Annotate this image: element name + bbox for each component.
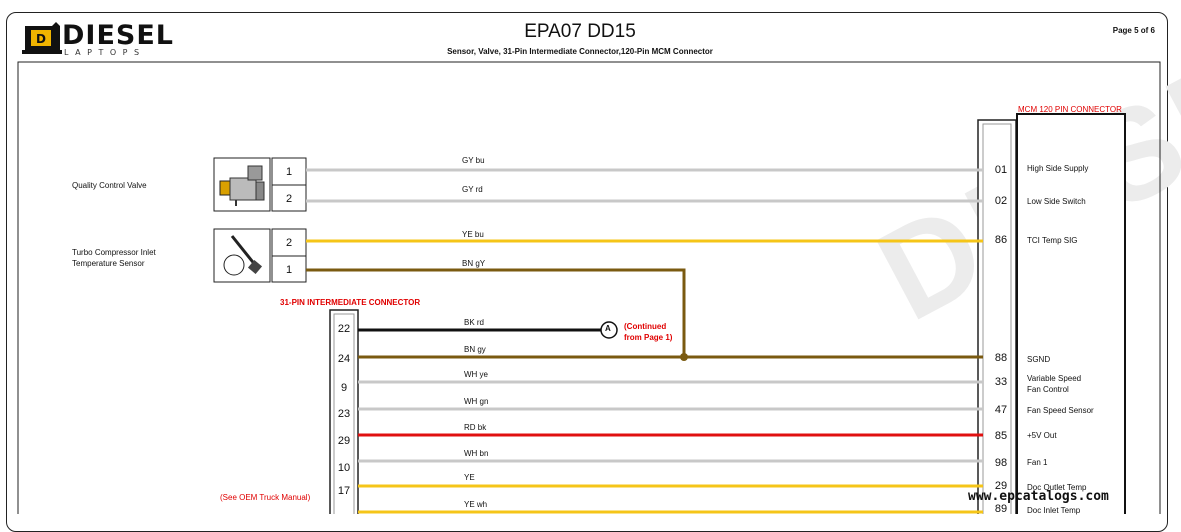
mcm-pin-33: 33 — [994, 376, 1008, 388]
mcm-pin-88: 88 — [994, 352, 1008, 364]
int-pin-24: 24 — [337, 353, 351, 365]
oem-note: (See OEM Truck Manual) — [220, 493, 311, 502]
wire-label-ye: YE — [464, 473, 475, 482]
wire-label-bn-gy-sensor: BN gY — [462, 259, 486, 268]
mcm-label-47: Fan Speed Sensor — [1027, 406, 1094, 415]
mcm-pin-47: 47 — [994, 404, 1008, 416]
mcm-label-98: Fan 1 — [1027, 458, 1048, 467]
mcm-pin-85: 85 — [994, 430, 1008, 442]
int-pin-9: 9 — [340, 382, 348, 394]
int-pin-10: 10 — [337, 462, 351, 474]
wire-label-wh-gn: WH gn — [464, 397, 489, 406]
wire-label-gy-bu: GY bu — [462, 156, 485, 165]
splice-dot — [680, 353, 688, 361]
qcv-label: Quality Control Valve — [72, 181, 147, 190]
mcm-pin-98: 98 — [994, 457, 1008, 469]
tci-label-line2: Temperature Sensor — [72, 259, 145, 268]
tci-label-line1: Turbo Compressor Inlet — [72, 248, 156, 257]
int-pin-22: 22 — [337, 323, 351, 335]
tci-symbol-box — [213, 228, 271, 283]
mcm-pin-01: 01 — [994, 164, 1008, 176]
wire-label-wh-ye: WH ye — [464, 370, 488, 379]
wire-label-ye-wh: YE wh — [464, 500, 488, 509]
intermediate-connector-title: 31-PIN INTERMEDIATE CONNECTOR — [280, 298, 421, 307]
wire-label-gy-rd: GY rd — [462, 185, 483, 194]
mcm-label-33-line1: Variable Speed — [1027, 374, 1082, 383]
mcm-pin-02: 02 — [994, 195, 1008, 207]
int-pin-23: 23 — [337, 408, 351, 420]
int-pin-29: 29 — [337, 435, 351, 447]
mcm-label-85: +5V Out — [1027, 431, 1057, 440]
mcm-connector-body — [977, 119, 1017, 514]
wire-bn-gy-sensor — [306, 268, 686, 357]
wire-label-wh-bn: WH bn — [464, 449, 489, 458]
mcm-pin-89: 89 — [994, 503, 1008, 515]
continuation-marker-letter: A — [605, 324, 611, 333]
mcm-label-02: Low Side Switch — [1027, 197, 1086, 206]
mcm-label-89: Doc Inlet Temp — [1027, 506, 1081, 515]
mcm-connector-title: MCM 120 PIN CONNECTOR — [1018, 105, 1122, 114]
mcm-label-86: TCI Temp SIG — [1027, 236, 1078, 245]
mcm-label-33-line2: Fan Control — [1027, 385, 1069, 394]
continuation-note-line1: (Continued — [624, 322, 667, 331]
wire-label-rd-bk: RD bk — [464, 423, 487, 432]
footer-url: www.epcatalogs.com — [968, 489, 1109, 504]
tci-pin-1: 1 — [285, 264, 293, 276]
mcm-label-01: High Side Supply — [1027, 164, 1089, 173]
qcv-pin-2: 2 — [285, 193, 293, 205]
wire-label-bk-rd: BK rd — [464, 318, 485, 327]
tci-pin-2: 2 — [285, 237, 293, 249]
wire-label-ye-bu: YE bu — [462, 230, 484, 239]
mcm-pin-86: 86 — [994, 234, 1008, 246]
qcv-pin-1: 1 — [285, 166, 293, 178]
mcm-label-panel — [1016, 113, 1126, 514]
continuation-note-line2: from Page 1) — [624, 333, 673, 342]
mcm-label-88: SGND — [1027, 355, 1051, 364]
wire-label-bn-gy: BN gy — [464, 345, 486, 354]
int-pin-17: 17 — [337, 485, 351, 497]
